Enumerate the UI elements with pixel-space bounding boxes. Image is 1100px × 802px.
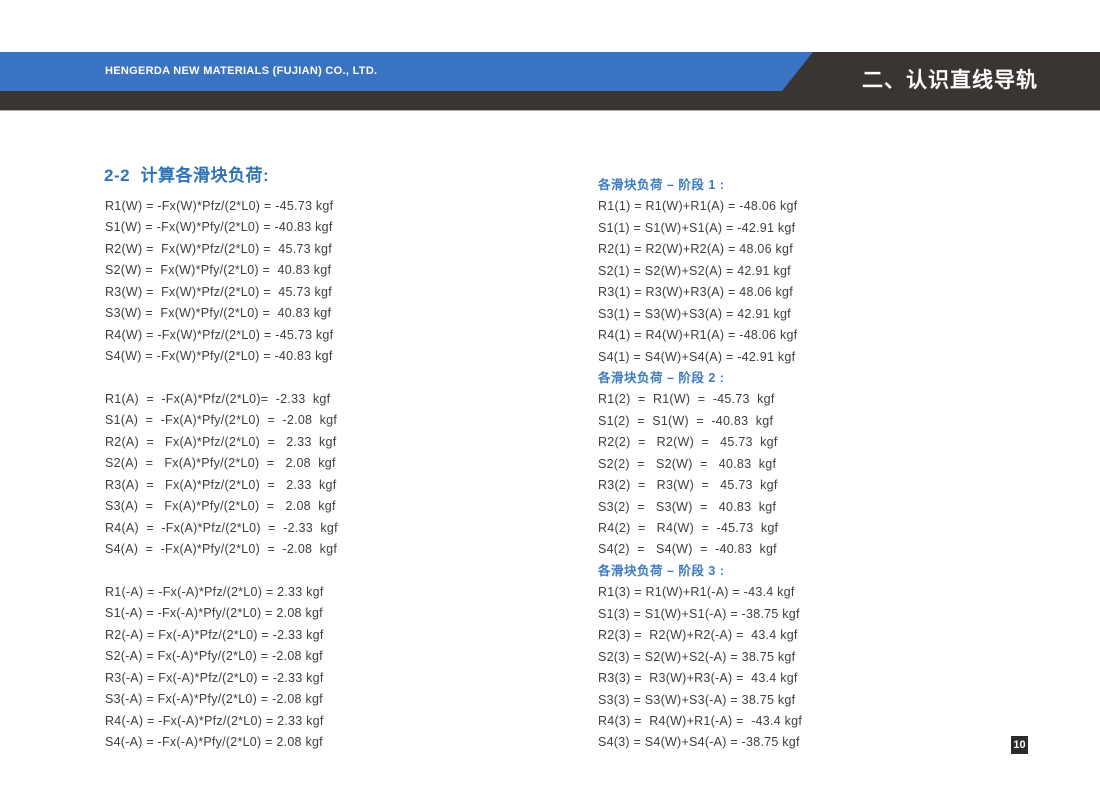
formula-line: S3(1) = S3(W)+S3(A) = 42.91 kgf: [598, 304, 802, 325]
formula-line: R4(-A) = -Fx(-A)*Pfz/(2*L0) = 2.33 kgf: [105, 711, 338, 732]
formula-line: R3(3) = R3(W)+R3(-A) = 43.4 kgf: [598, 668, 802, 689]
formula-line: R3(-A) = Fx(-A)*Pfz/(2*L0) = -2.33 kgf: [105, 668, 338, 689]
formula-line: S2(2) = S2(W) = 40.83 kgf: [598, 454, 802, 475]
page-number-badge: 10: [1011, 736, 1028, 754]
formula-line: R4(3) = R4(W)+R1(-A) = -43.4 kgf: [598, 711, 802, 732]
formula-line: R1(-A) = -Fx(-A)*Pfz/(2*L0) = 2.33 kgf: [105, 582, 338, 603]
formula-line: S1(W) = -Fx(W)*Pfy/(2*L0) = -40.83 kgf: [105, 217, 338, 238]
formula-line: R3(1) = R3(W)+R3(A) = 48.06 kgf: [598, 282, 802, 303]
formula-line: R1(2) = R1(W) = -45.73 kgf: [598, 389, 802, 410]
formula-line: R2(1) = R2(W)+R2(A) = 48.06 kgf: [598, 239, 802, 260]
formula-line: R1(1) = R1(W)+R1(A) = -48.06 kgf: [598, 196, 802, 217]
formula-line: S2(W) = Fx(W)*Pfy/(2*L0) = 40.83 kgf: [105, 260, 338, 281]
formula-line: S4(1) = S4(W)+S4(A) = -42.91 kgf: [598, 347, 802, 368]
stage-block-title: 各滑块负荷 – 阶段 3 :: [598, 561, 802, 582]
formula-line: S3(W) = Fx(W)*Pfy/(2*L0) = 40.83 kgf: [105, 303, 338, 324]
formula-line: R3(2) = R3(W) = 45.73 kgf: [598, 475, 802, 496]
formula-line: S3(-A) = Fx(-A)*Pfy/(2*L0) = -2.08 kgf: [105, 689, 338, 710]
formula-line: R2(-A) = Fx(-A)*Pfz/(2*L0) = -2.33 kgf: [105, 625, 338, 646]
formula-line: R4(2) = R4(W) = -45.73 kgf: [598, 518, 802, 539]
formula-line: S4(2) = S4(W) = -40.83 kgf: [598, 539, 802, 560]
formula-column-right: 各滑块负荷 – 阶段 1 :R1(1) = R1(W)+R1(A) = -48.…: [598, 175, 802, 754]
formula-line: S2(3) = S2(W)+S2(-A) = 38.75 kgf: [598, 647, 802, 668]
formula-line: S2(A) = Fx(A)*Pfy/(2*L0) = 2.08 kgf: [105, 453, 338, 474]
formula-line: S3(3) = S3(W)+S3(-A) = 38.75 kgf: [598, 690, 802, 711]
formula-line: S1(1) = S1(W)+S1(A) = -42.91 kgf: [598, 218, 802, 239]
stage-block-title: 各滑块负荷 – 阶段 2 :: [598, 368, 802, 389]
formula-line: R2(3) = R2(W)+R2(-A) = 43.4 kgf: [598, 625, 802, 646]
formula-line: S1(2) = S1(W) = -40.83 kgf: [598, 411, 802, 432]
page-title: 2-2 计算各滑块负荷:: [104, 161, 269, 186]
formula-column-left: R1(W) = -Fx(W)*Pfz/(2*L0) = -45.73 kgfS1…: [105, 196, 338, 753]
company-name: HENGERDA NEW MATERIALS (FUJIAN) CO., LTD…: [105, 52, 377, 91]
formula-line: S4(-A) = -Fx(-A)*Pfy/(2*L0) = 2.08 kgf: [105, 732, 338, 753]
formula-line: S1(A) = -Fx(A)*Pfy/(2*L0) = -2.08 kgf: [105, 410, 338, 431]
formula-line: R2(2) = R2(W) = 45.73 kgf: [598, 432, 802, 453]
block-gap: [105, 368, 338, 389]
formula-line: S3(2) = S3(W) = 40.83 kgf: [598, 497, 802, 518]
formula-line: S1(-A) = -Fx(-A)*Pfy/(2*L0) = 2.08 kgf: [105, 603, 338, 624]
section-title: 二、认识直线导轨: [800, 52, 1100, 110]
formula-line: S2(1) = S2(W)+S2(A) = 42.91 kgf: [598, 261, 802, 282]
formula-line: R2(A) = Fx(A)*Pfz/(2*L0) = 2.33 kgf: [105, 432, 338, 453]
formula-line: R1(A) = -Fx(A)*Pfz/(2*L0)= -2.33 kgf: [105, 389, 338, 410]
formula-line: R1(3) = R1(W)+R1(-A) = -43.4 kgf: [598, 582, 802, 603]
formula-line: S4(A) = -Fx(A)*Pfy/(2*L0) = -2.08 kgf: [105, 539, 338, 560]
stage-block-title: 各滑块负荷 – 阶段 1 :: [598, 175, 802, 196]
formula-line: R4(1) = R4(W)+R1(A) = -48.06 kgf: [598, 325, 802, 346]
formula-line: S3(A) = Fx(A)*Pfy/(2*L0) = 2.08 kgf: [105, 496, 338, 517]
formula-line: S2(-A) = Fx(-A)*Pfy/(2*L0) = -2.08 kgf: [105, 646, 338, 667]
formula-line: R3(W) = Fx(W)*Pfz/(2*L0) = 45.73 kgf: [105, 282, 338, 303]
block-gap: [105, 560, 338, 581]
formula-line: R4(A) = -Fx(A)*Pfz/(2*L0) = -2.33 kgf: [105, 518, 338, 539]
formula-line: S4(W) = -Fx(W)*Pfy/(2*L0) = -40.83 kgf: [105, 346, 338, 367]
formula-line: S4(3) = S4(W)+S4(-A) = -38.75 kgf: [598, 732, 802, 753]
slide: HENGERDA NEW MATERIALS (FUJIAN) CO., LTD…: [0, 0, 1100, 802]
formula-line: S1(3) = S1(W)+S1(-A) = -38.75 kgf: [598, 604, 802, 625]
formula-line: R2(W) = Fx(W)*Pfz/(2*L0) = 45.73 kgf: [105, 239, 338, 260]
formula-line: R3(A) = Fx(A)*Pfz/(2*L0) = 2.33 kgf: [105, 475, 338, 496]
formula-line: R4(W) = -Fx(W)*Pfz/(2*L0) = -45.73 kgf: [105, 325, 338, 346]
formula-line: R1(W) = -Fx(W)*Pfz/(2*L0) = -45.73 kgf: [105, 196, 338, 217]
